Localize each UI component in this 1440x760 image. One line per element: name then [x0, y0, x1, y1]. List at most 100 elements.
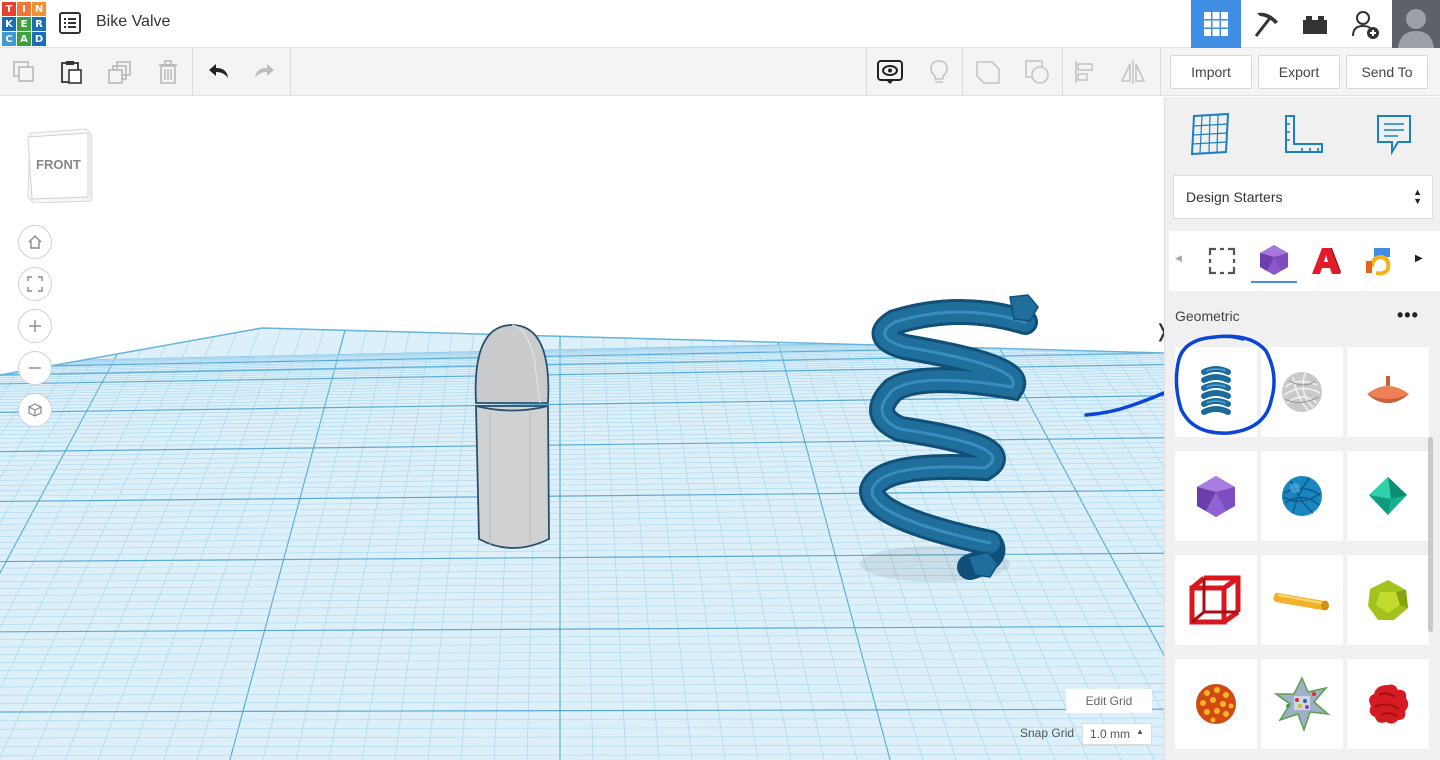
export-button[interactable]: Export [1258, 55, 1340, 89]
logo-letter: D [32, 32, 46, 46]
panel-scrollbar[interactable] [1428, 437, 1433, 632]
send-to-button[interactable]: Send To [1346, 55, 1428, 89]
undo-icon [209, 64, 228, 78]
workplane-icon [1190, 112, 1230, 156]
snap-grid-select[interactable]: 1.0 mm ▲ [1082, 723, 1152, 745]
logo-letter: A [17, 32, 31, 46]
letter-a-icon [1312, 248, 1341, 274]
pickaxe-icon [1254, 12, 1278, 37]
octahedron-icon [1369, 477, 1407, 515]
notes-toggle-icon [877, 60, 903, 84]
group-button[interactable] [972, 56, 1004, 88]
icosahedron-thumb-icon [1197, 476, 1235, 517]
shape-tile-sphere-wire[interactable] [1261, 451, 1343, 541]
more-options-button[interactable]: ••• [1397, 305, 1419, 326]
import-button[interactable]: Import [1170, 55, 1252, 89]
logo-letter: N [32, 2, 46, 16]
dodecahedron-icon [1368, 580, 1408, 620]
home-view-button[interactable] [18, 225, 52, 259]
ruler-tool-button[interactable] [1277, 109, 1327, 159]
valve-cap-shape[interactable] [474, 324, 550, 549]
perspective-button[interactable] [18, 393, 52, 427]
edit-grid-button[interactable]: Edit Grid [1066, 689, 1152, 713]
library-select[interactable]: Design Starters ▲ ▼ [1173, 175, 1433, 219]
spinning-top-icon [1367, 376, 1409, 403]
blob-icon [1369, 684, 1409, 724]
scroll-right-icon[interactable]: ▶ [1415, 253, 1423, 264]
view-cube-label: FRONT [36, 157, 81, 172]
section-title: Geometric [1175, 308, 1240, 324]
shape-tile-icosahedron[interactable] [1175, 451, 1257, 541]
align-icon [1075, 61, 1093, 83]
fit-view-button[interactable] [18, 267, 52, 301]
paste-button[interactable] [55, 56, 87, 88]
category-connectors[interactable] [1355, 239, 1401, 283]
delete-button[interactable] [152, 56, 184, 88]
align-button[interactable] [1069, 56, 1101, 88]
logo-letter: T [2, 2, 16, 16]
crystal-icon [1274, 676, 1330, 732]
zoom-out-button[interactable] [18, 351, 52, 385]
snap-grid-value: 1.0 mm [1090, 727, 1131, 741]
ungroup-button[interactable] [1021, 56, 1053, 88]
edit-toolbar: Import Export Send To [0, 48, 1440, 96]
copy-button[interactable] [8, 56, 40, 88]
duplicate-button[interactable] [104, 56, 136, 88]
notes-tool-button[interactable] [1369, 109, 1419, 159]
annotation-circle [1174, 334, 1276, 435]
bricks-view-button[interactable] [1290, 0, 1340, 48]
design-list-button[interactable] [58, 11, 82, 35]
notes-icon [1377, 115, 1411, 156]
wire-sphere-icon [1282, 476, 1322, 516]
light-button[interactable] [923, 56, 955, 88]
shape-tile-blob[interactable] [1347, 659, 1429, 749]
category-basic[interactable] [1199, 239, 1245, 283]
shape-tile-dodecahedron[interactable] [1347, 555, 1429, 645]
minus-icon [29, 367, 41, 369]
category-strip: ◀ ▶ [1169, 231, 1440, 291]
home-icon [28, 235, 42, 249]
workplane-grid [0, 294, 1164, 760]
shape-tile-sphere-dots[interactable] [1175, 659, 1257, 749]
design-title[interactable]: Bike Valve [96, 13, 170, 31]
invite-user-button[interactable] [1340, 0, 1390, 48]
scroll-left-icon[interactable]: ◀ [1175, 253, 1182, 264]
tinkercad-logo[interactable]: T I N K E R C A D [2, 2, 46, 46]
category-geometric[interactable] [1251, 239, 1297, 283]
shape-tile-octahedron[interactable] [1347, 451, 1429, 541]
grid-view-button[interactable] [1191, 0, 1241, 48]
perspective-cube-icon [28, 403, 42, 417]
connectors-icon [1366, 248, 1391, 276]
redo-button[interactable] [249, 56, 281, 88]
mirror-icon [1120, 60, 1146, 84]
bricks-icon [1303, 16, 1327, 34]
logo-letter: R [32, 17, 46, 31]
shape-tile-cube-frame[interactable] [1175, 555, 1257, 645]
shape-tile-cone-top[interactable] [1347, 347, 1429, 437]
mirror-button[interactable] [1117, 56, 1149, 88]
add-user-icon [1352, 11, 1379, 39]
logo-letter: C [2, 32, 16, 46]
light-icon [930, 60, 948, 83]
snap-grid-label: Snap Grid [1020, 726, 1075, 740]
shape-tile-cylinder-rod[interactable] [1261, 555, 1343, 645]
cube-frame-icon [1189, 575, 1241, 625]
plus-icon [29, 320, 41, 332]
library-select-value: Design Starters [1186, 189, 1283, 205]
undo-button[interactable] [202, 56, 234, 88]
rod-icon [1273, 592, 1329, 611]
workplane-tool-button[interactable] [1185, 109, 1235, 159]
logo-letter: E [17, 17, 31, 31]
view-cube[interactable]: FRONT [26, 127, 94, 203]
group-icon [976, 61, 1000, 84]
workplane-viewport[interactable]: FRONT Edit Grid Snap Grid 1.0 mm ▲ [0, 97, 1164, 760]
shape-tile-crystal[interactable] [1261, 659, 1343, 749]
grid-view-icon [1204, 12, 1228, 36]
notes-toggle-button[interactable] [874, 56, 906, 88]
minecraft-view-button[interactable] [1241, 0, 1291, 48]
zoom-in-button[interactable] [18, 309, 52, 343]
avatar-icon [1392, 0, 1440, 48]
user-avatar[interactable] [1392, 0, 1440, 48]
top-header: T I N K E R C A D Bike Valve [0, 0, 1440, 48]
category-text[interactable] [1303, 239, 1349, 283]
